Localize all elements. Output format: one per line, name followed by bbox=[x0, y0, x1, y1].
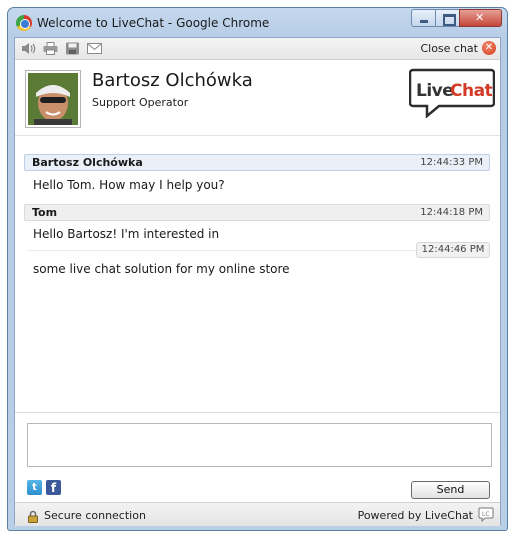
message-input[interactable] bbox=[27, 423, 492, 467]
status-bar: Secure connection Powered by LiveChat LC bbox=[15, 502, 500, 526]
window-titlebar[interactable]: Welcome to LiveChat - Google Chrome bbox=[8, 8, 507, 38]
twitter-icon[interactable]: t bbox=[27, 480, 42, 495]
svg-text:LC: LC bbox=[482, 511, 490, 518]
chrome-logo-icon bbox=[16, 15, 32, 31]
livechat-logo: Live Chat bbox=[408, 68, 496, 119]
chat-toolbar: Close chat ✕ bbox=[15, 38, 500, 60]
agent-role: Support Operator bbox=[92, 96, 189, 109]
message-text: Hello Tom. How may I help you? bbox=[33, 178, 225, 192]
message-header-agent: Bartosz Olchówka 12:44:33 PM bbox=[24, 154, 490, 171]
message-divider bbox=[27, 250, 417, 251]
lock-icon bbox=[28, 508, 38, 523]
message-timestamp: 12:44:33 PM bbox=[420, 157, 483, 168]
chat-transcript: Bartosz Olchówka 12:44:33 PM Hello Tom. … bbox=[15, 146, 500, 411]
message-author: Tom bbox=[32, 206, 58, 219]
email-icon[interactable] bbox=[87, 42, 102, 55]
close-chat-label: Close chat bbox=[420, 41, 478, 55]
message-text: Hello Bartosz! I'm interested in bbox=[33, 227, 220, 241]
save-icon[interactable] bbox=[65, 42, 80, 55]
speaker-icon[interactable] bbox=[21, 42, 36, 55]
secure-connection-label: Secure connection bbox=[44, 509, 146, 522]
send-message-button[interactable]: Send message bbox=[411, 481, 490, 512]
message-composer: t f Send message bbox=[15, 412, 500, 512]
window-controls bbox=[411, 9, 502, 27]
close-chat-icon: ✕ bbox=[482, 41, 496, 55]
facebook-icon[interactable]: f bbox=[46, 480, 61, 495]
message-timestamp-pill: 12:44:46 PM bbox=[416, 242, 490, 258]
svg-text:Chat: Chat bbox=[450, 81, 493, 101]
agent-avatar bbox=[25, 70, 81, 128]
message-header-visitor: Tom 12:44:18 PM bbox=[24, 204, 490, 221]
agent-name: Bartosz Olchówka bbox=[92, 70, 253, 91]
window-title: Welcome to LiveChat - Google Chrome bbox=[37, 16, 270, 30]
agent-header: Bartosz Olchówka Support Operator Live C… bbox=[15, 60, 500, 136]
livechat-small-icon: LC bbox=[478, 507, 494, 523]
message-timestamp: 12:44:18 PM bbox=[420, 207, 483, 218]
print-icon[interactable] bbox=[43, 42, 58, 55]
close-chat-button[interactable]: Close chat ✕ bbox=[420, 41, 496, 55]
powered-by-link[interactable]: Powered by LiveChat bbox=[358, 509, 473, 522]
window-close-button[interactable] bbox=[459, 9, 502, 27]
browser-window: Welcome to LiveChat - Google Chrome Clos… bbox=[7, 7, 508, 531]
message-author: Bartosz Olchówka bbox=[32, 156, 143, 169]
maximize-button[interactable] bbox=[435, 9, 460, 27]
minimize-button[interactable] bbox=[411, 9, 436, 27]
message-text: some live chat solution for my online st… bbox=[33, 262, 290, 276]
svg-text:Live: Live bbox=[416, 81, 453, 101]
chat-client-area: Close chat ✕ Bartosz Olchówka Support Op… bbox=[14, 37, 501, 526]
